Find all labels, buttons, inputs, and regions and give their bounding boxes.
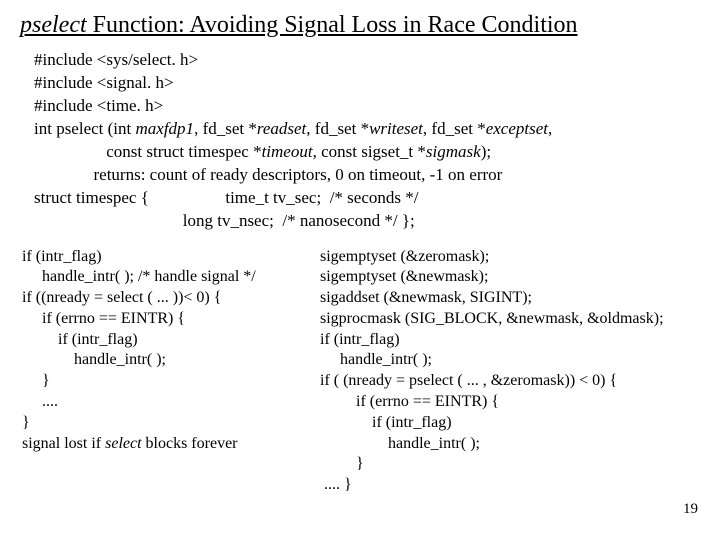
left-l8: .... bbox=[22, 393, 58, 410]
decl-param-readset: readset bbox=[257, 119, 306, 138]
left-l10c: blocks forever bbox=[142, 435, 238, 452]
decl-line-5a: const struct timespec * bbox=[34, 142, 262, 161]
code-columns: if (intr_flag) handle_intr( ); /* handle… bbox=[20, 247, 700, 497]
page-number: 19 bbox=[683, 501, 698, 518]
left-l9: } bbox=[22, 414, 30, 431]
left-l6: handle_intr( ); bbox=[22, 351, 166, 368]
decl-param-sigmask: sigmask bbox=[426, 142, 481, 161]
right-l11: } bbox=[320, 455, 364, 472]
left-l2: handle_intr( ); /* handle signal */ bbox=[22, 268, 256, 285]
right-l10: handle_intr( ); bbox=[320, 435, 480, 452]
decl-line-2: #include <signal. h> bbox=[34, 73, 174, 92]
left-l5: if (intr_flag) bbox=[22, 331, 138, 348]
decl-param-maxfdp1: maxfdp1 bbox=[136, 119, 195, 138]
left-l10b: select bbox=[105, 435, 141, 452]
left-code-block: if (intr_flag) handle_intr( ); /* handle… bbox=[22, 247, 312, 497]
decl-param-exceptset: exceptset bbox=[486, 119, 548, 138]
right-l12: .... } bbox=[320, 476, 352, 493]
decl-line-4a: int pselect (int bbox=[34, 119, 136, 138]
decl-line-5e: ); bbox=[481, 142, 491, 161]
decl-line-5c: , const sigset_t * bbox=[313, 142, 426, 161]
decl-line-4c: , fd_set * bbox=[194, 119, 257, 138]
left-l10a: signal lost if bbox=[22, 435, 105, 452]
right-l9: if (intr_flag) bbox=[320, 414, 452, 431]
right-code-block: sigemptyset (&zeromask); sigemptyset (&n… bbox=[320, 247, 700, 497]
right-l2: sigemptyset (&newmask); bbox=[320, 268, 488, 285]
right-l6: handle_intr( ); bbox=[320, 351, 432, 368]
right-l3: sigaddset (&newmask, SIGINT); bbox=[320, 289, 532, 306]
decl-line-4e: , fd_set * bbox=[306, 119, 369, 138]
left-l3: if ((nready = select ( ... ))< 0) { bbox=[22, 289, 221, 306]
decl-line-4i: , bbox=[548, 119, 552, 138]
left-l7: } bbox=[22, 372, 50, 389]
right-l7: if ( (nready = pselect ( ... , &zeromask… bbox=[320, 372, 617, 389]
left-l1: if (intr_flag) bbox=[22, 248, 102, 265]
decl-line-7: struct timespec { time_t tv_sec; /* seco… bbox=[34, 188, 418, 207]
declaration-block: #include <sys/select. h> #include <signa… bbox=[34, 49, 700, 233]
left-l4: if (errno == EINTR) { bbox=[22, 310, 185, 327]
title-function-name: pselect bbox=[20, 12, 87, 38]
right-l8: if (errno == EINTR) { bbox=[320, 393, 499, 410]
decl-param-writeset: writeset bbox=[369, 119, 423, 138]
decl-param-timeout: timeout bbox=[262, 142, 313, 161]
slide-title: pselect Function: Avoiding Signal Loss i… bbox=[20, 12, 700, 39]
decl-line-3: #include <time. h> bbox=[34, 96, 163, 115]
decl-line-4g: , fd_set * bbox=[423, 119, 486, 138]
decl-line-8: long tv_nsec; /* nanosecond */ }; bbox=[34, 211, 415, 230]
decl-line-1: #include <sys/select. h> bbox=[34, 50, 198, 69]
decl-line-6: returns: count of ready descriptors, 0 o… bbox=[34, 165, 502, 184]
right-l4: sigprocmask (SIG_BLOCK, &newmask, &oldma… bbox=[320, 310, 664, 327]
right-l1: sigemptyset (&zeromask); bbox=[320, 248, 489, 265]
title-rest: Function: Avoiding Signal Loss in Race C… bbox=[87, 12, 578, 38]
right-l5: if (intr_flag) bbox=[320, 331, 400, 348]
